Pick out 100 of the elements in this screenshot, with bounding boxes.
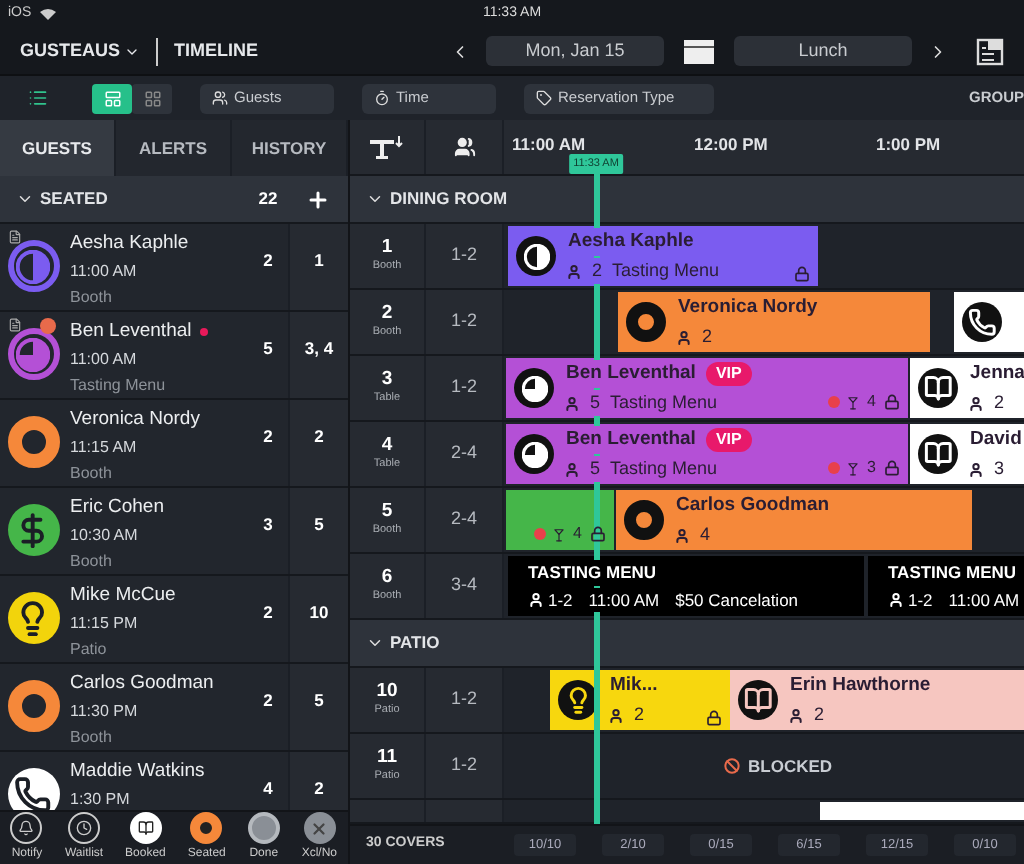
reservation-block[interactable]: Aesha Kaphle 2 Tasting Menu bbox=[508, 226, 818, 286]
party-size: 3 bbox=[261, 512, 275, 538]
reservation-block[interactable]: Ben Leventhal VIP 5 Tasting Menu 4 bbox=[506, 358, 908, 418]
venue-dropdown[interactable]: GUSTEAUS bbox=[20, 37, 141, 65]
guest-name: Maddie Watkins bbox=[70, 758, 205, 786]
list-icon[interactable] bbox=[28, 88, 48, 108]
reservation-note: Tasting Menu bbox=[610, 389, 718, 417]
view-toggle[interactable] bbox=[92, 83, 132, 113]
table-capacity: 1-2 bbox=[450, 374, 477, 401]
section-count: 22 bbox=[256, 186, 280, 212]
table-number: 6 bbox=[381, 566, 393, 589]
block-fee: $50 Cancelation bbox=[675, 587, 799, 613]
guest-time: 11:00 AM bbox=[70, 260, 139, 285]
guest-name: Ben Leventhal bbox=[564, 359, 698, 388]
bell-icon bbox=[10, 812, 43, 844]
table-number: 1 bbox=[288, 224, 348, 310]
guest-row[interactable]: Carlos Goodman 11:30 PM Booth 2 5 bbox=[0, 664, 348, 752]
reservation-block[interactable]: David 3 bbox=[910, 424, 1024, 484]
table-number: 5 bbox=[381, 500, 393, 523]
person-icon bbox=[566, 263, 582, 280]
table-number: 5 bbox=[288, 488, 348, 574]
guest-name: Ben Leventhal bbox=[70, 318, 192, 346]
party-size: 4 bbox=[261, 776, 275, 802]
reservation-block[interactable]: Veronica Nordy 2 bbox=[618, 292, 930, 352]
guest-time: 11:15 AM bbox=[70, 436, 139, 461]
person-icon bbox=[528, 591, 544, 608]
table-number: 1 bbox=[381, 236, 393, 259]
guest-row[interactable]: Ben Leventhal 11:00 AM Tasting Menu 5 3, 4 bbox=[0, 312, 348, 400]
reservation-block[interactable] bbox=[954, 292, 1024, 352]
ring-icon bbox=[624, 500, 664, 540]
block-time: 11:00 AM bbox=[588, 587, 660, 613]
vip-badge: VIP bbox=[705, 361, 752, 386]
guest-note: Booth bbox=[70, 462, 114, 487]
date-field[interactable]: Mon, Jan 15 bbox=[486, 36, 665, 66]
section-header[interactable]: PATIO bbox=[350, 620, 1024, 668]
reservation-block[interactable]: Erin Hawthorne 2 bbox=[730, 670, 1024, 730]
info-block[interactable]: TASTING MENU 1-2 11:00 AM bbox=[868, 556, 1024, 616]
table-sort-icon[interactable] bbox=[370, 135, 404, 159]
drink-icon bbox=[845, 395, 860, 409]
party-size: 5 bbox=[588, 389, 603, 417]
person-icon bbox=[968, 461, 984, 478]
reservation-block[interactable]: Ben Leventhal VIP 5 Tasting Menu 3 bbox=[506, 424, 908, 484]
guest-name: Veronica Nordy bbox=[676, 293, 820, 322]
vip-badge: VIP bbox=[705, 427, 752, 452]
section-title: DINING ROOM bbox=[390, 186, 508, 212]
guest-row[interactable]: Aesha Kaphle 11:00 AM Booth 2 1 bbox=[0, 224, 348, 312]
table-number: 2 bbox=[288, 752, 348, 810]
chevron-down-icon bbox=[366, 190, 384, 208]
drink-icon bbox=[551, 527, 566, 541]
shift-field[interactable]: Lunch bbox=[734, 36, 913, 66]
reservation-block[interactable]: 4 bbox=[506, 490, 614, 550]
section-header[interactable]: DINING ROOM bbox=[350, 176, 1024, 224]
blocked-label: BLOCKED bbox=[748, 753, 833, 779]
section-header[interactable]: SEATED 22 bbox=[0, 176, 348, 224]
info-block[interactable]: TASTING MENU 1-2 11:00 AM $50 Cancelation bbox=[508, 556, 864, 616]
party-size: 2 bbox=[261, 248, 275, 274]
guest-row[interactable]: Eric Cohen 10:30 AM Booth 3 5 bbox=[0, 488, 348, 576]
reservation-block[interactable]: Mik... 2 bbox=[550, 670, 730, 730]
party-range: 1-2 bbox=[908, 587, 933, 613]
blocked-icon bbox=[724, 758, 740, 774]
view-title: TIMELINE bbox=[174, 37, 259, 64]
party-range: 1-2 bbox=[548, 587, 573, 613]
reservation-note: Tasting Menu bbox=[610, 455, 718, 483]
guest-time: 1:30 PM bbox=[70, 788, 132, 810]
wifi-icon bbox=[39, 8, 56, 20]
table-number: 3, 4 bbox=[288, 312, 348, 398]
person-icon bbox=[564, 461, 580, 478]
add-icon[interactable] bbox=[306, 187, 330, 211]
guest-note: Patio bbox=[70, 638, 109, 663]
guest-time: 11:00 AM bbox=[70, 348, 139, 373]
table-number: 2 bbox=[288, 400, 348, 486]
guest-name: Aesha Kaphle bbox=[566, 227, 696, 256]
guest-time: 10:30 AM bbox=[70, 524, 140, 549]
stopwatch-icon bbox=[374, 90, 390, 106]
panel-tab[interactable]: GUESTS bbox=[0, 120, 116, 176]
reservation-block[interactable]: Carlos Goodman 4 bbox=[616, 490, 972, 550]
table-number: 3 bbox=[381, 368, 393, 391]
view-toggle[interactable] bbox=[132, 83, 172, 113]
guest-row[interactable]: Mike McCue 11:15 PM Patio 2 10 bbox=[0, 576, 348, 664]
guest-time: 11:15 PM bbox=[70, 612, 140, 637]
book-icon bbox=[918, 434, 958, 474]
table-capacity: 1-2 bbox=[450, 308, 477, 335]
table-capacity: 2-4 bbox=[450, 440, 477, 467]
pie-icon bbox=[514, 434, 554, 474]
guest-row[interactable]: Veronica Nordy 11:15 AM Booth 2 2 bbox=[0, 400, 348, 488]
guest-name: Eric Cohen bbox=[70, 494, 164, 522]
table-number: 2 bbox=[381, 302, 393, 325]
grid-icon bbox=[143, 89, 161, 107]
guest-time: 11:30 PM bbox=[70, 700, 140, 725]
party-size: 2 bbox=[261, 424, 275, 450]
clock-icon bbox=[68, 812, 101, 844]
table-number: 5 bbox=[288, 664, 348, 750]
table-capacity: 1-2 bbox=[450, 752, 477, 779]
person-icon bbox=[888, 591, 904, 608]
calendar-icon[interactable] bbox=[684, 39, 715, 63]
chevron-down-icon bbox=[16, 190, 34, 208]
party-icon[interactable] bbox=[453, 136, 475, 158]
block-title: TASTING MENU bbox=[528, 559, 657, 585]
table-number: 4 bbox=[381, 434, 393, 457]
floorplan-icon[interactable] bbox=[976, 37, 1004, 65]
